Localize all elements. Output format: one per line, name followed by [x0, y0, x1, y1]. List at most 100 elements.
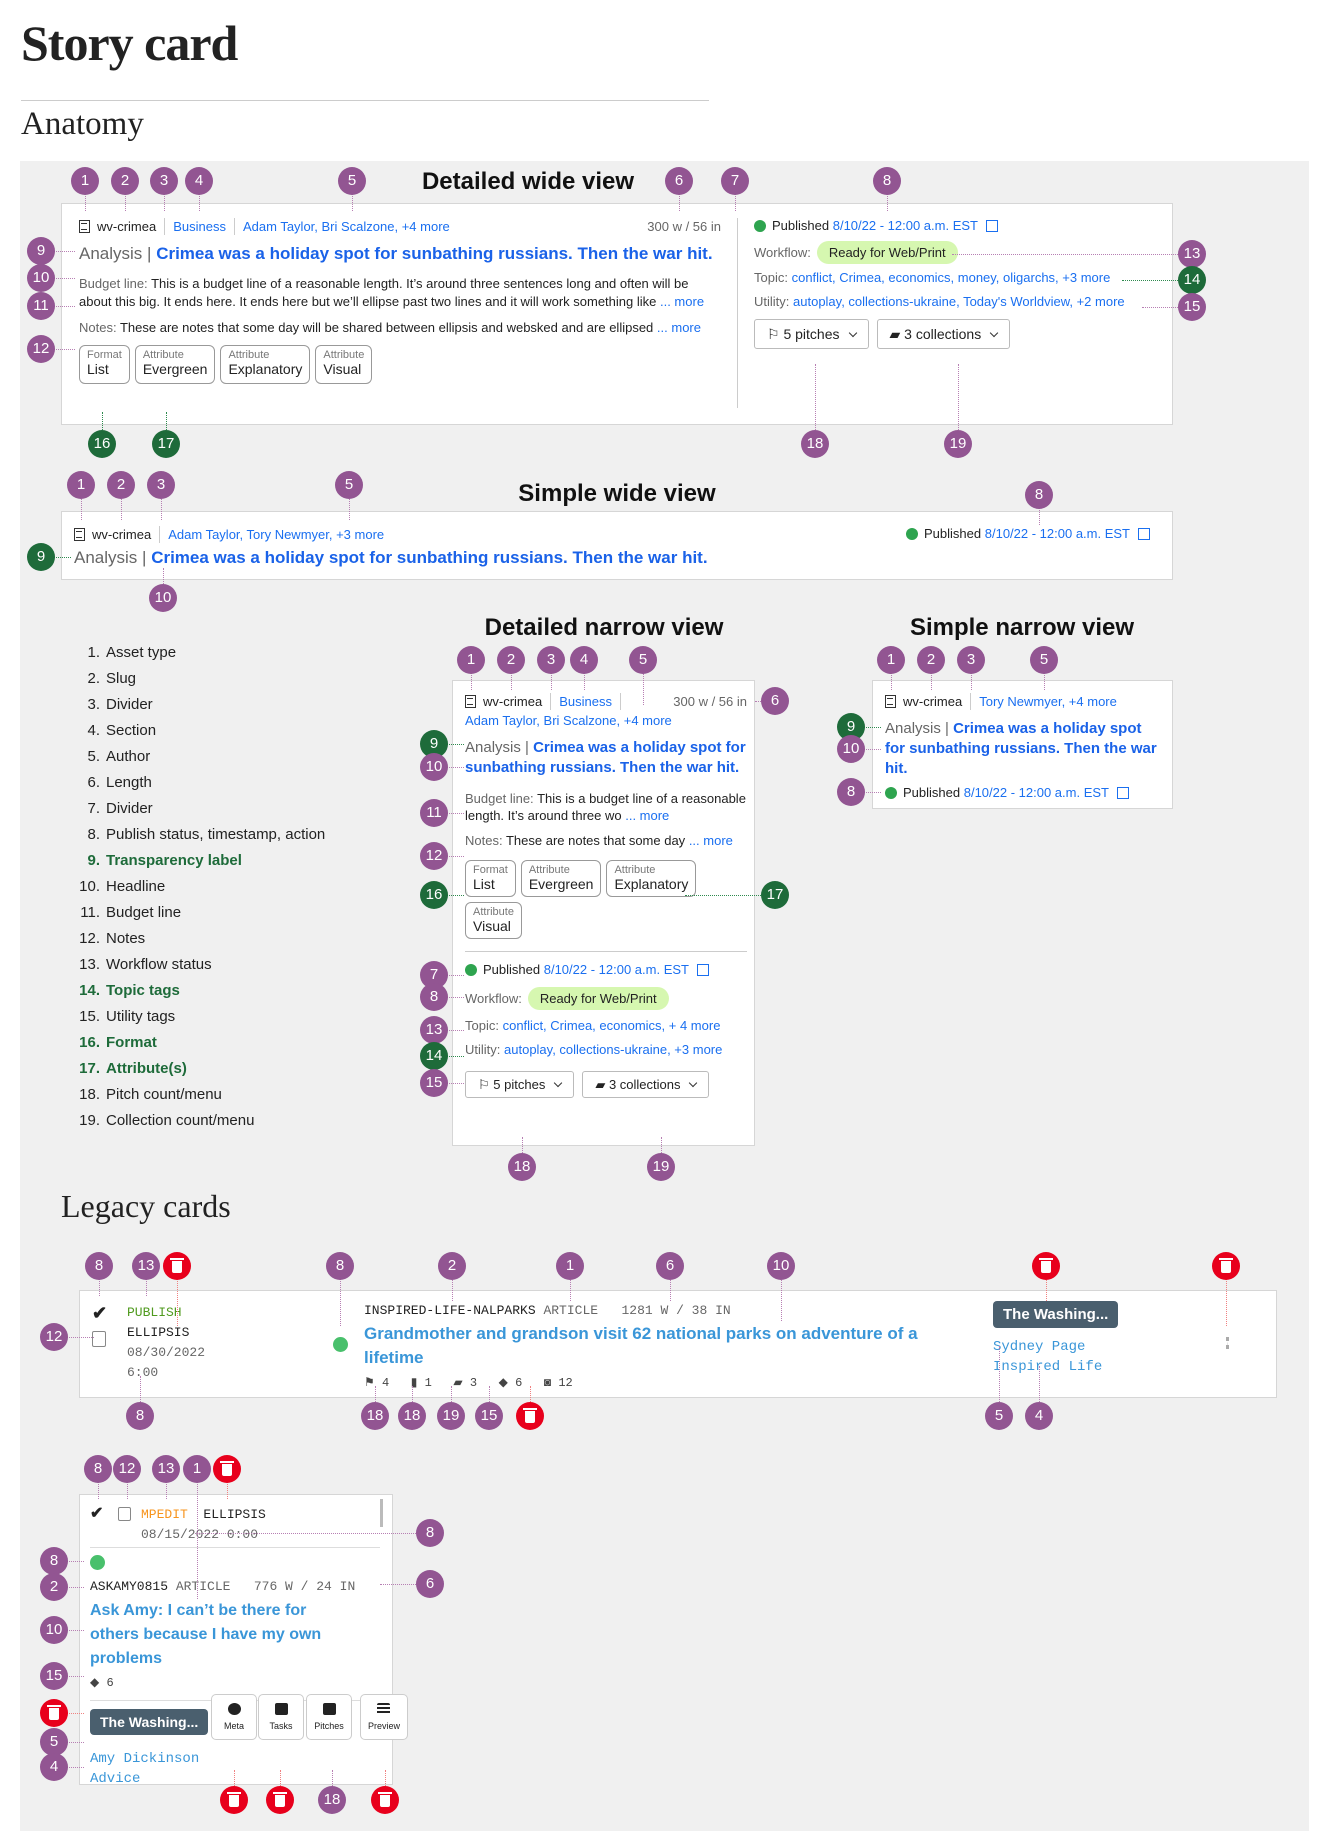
publish-timestamp[interactable]: 8/10/22 - 12:00 a.m. EST	[964, 785, 1109, 800]
topic-tags[interactable]: conflict, Crimea, economics, + 4 more	[503, 1018, 721, 1033]
pitches-dropdown[interactable]: ⚐ 5 pitches	[465, 1071, 575, 1098]
utility-tags[interactable]: autoplay, collections-ukraine, +3 more	[504, 1042, 722, 1057]
tasks-button[interactable]: Tasks	[258, 1694, 304, 1740]
annotation-badge: 19	[944, 430, 972, 458]
tag-count[interactable]: 6	[106, 1676, 113, 1690]
annotation-badge: 6	[761, 687, 789, 715]
attribute-chip[interactable]: Attribute Explanatory	[220, 345, 311, 384]
topic-tags[interactable]: conflict, Crimea, economics, money, olig…	[792, 270, 1111, 285]
note-icon[interactable]	[92, 1331, 106, 1347]
workflow-status[interactable]: Ready for Web/Print	[527, 987, 669, 1010]
globe-icon[interactable]	[333, 1337, 348, 1352]
tag-count[interactable]: 6	[515, 1376, 522, 1390]
notes: These are notes that some day	[505, 833, 686, 848]
checkmark-icon[interactable]: ✔	[92, 1303, 107, 1324]
external-link-icon[interactable]	[696, 963, 709, 976]
notes-more-link[interactable]: ... more	[657, 320, 701, 335]
publication-button[interactable]: The Washing...	[993, 1301, 1119, 1328]
legend-item: 5. Author	[87, 748, 151, 765]
annotation-badge: 13	[132, 1252, 160, 1280]
annotation-badge: 1	[67, 471, 95, 499]
slug: wv-crimea	[97, 219, 157, 234]
annotation-badge: 10	[837, 735, 865, 763]
section-link[interactable]: Business	[559, 694, 612, 709]
annotation-badge: 1	[556, 1252, 584, 1280]
pitch-count[interactable]: 4	[382, 1376, 389, 1390]
pitches-button[interactable]: Pitches	[306, 1694, 352, 1740]
pitches-dropdown[interactable]: ⚐ 5 pitches	[754, 319, 869, 349]
publish-status: Published	[483, 962, 541, 977]
publish-status: Published	[772, 218, 830, 233]
headline-link[interactable]: Grandmother and grandson visit 62 nation…	[364, 1322, 944, 1370]
chevron-down-icon	[989, 328, 999, 337]
annotation-badge: 14	[1178, 266, 1206, 294]
preview-button[interactable]: Preview	[360, 1694, 408, 1740]
external-link-icon[interactable]	[1138, 527, 1150, 540]
headline-link[interactable]: Crimea was a holiday spot for sunbathing…	[156, 244, 712, 263]
page-title: Story card	[21, 15, 238, 71]
format-chip[interactable]: Format List	[79, 345, 130, 384]
publish-status: Published	[903, 785, 961, 800]
workflow-status[interactable]: Ready for Web/Print	[816, 241, 958, 264]
headline-link[interactable]: Crimea was a holiday spot for sunbathing…	[151, 548, 707, 567]
annotation-badge: 8	[40, 1547, 68, 1575]
attribute-chip[interactable]: Attribute Explanatory	[606, 860, 697, 897]
length: 776 W / 24 IN	[253, 1579, 356, 1594]
author-link[interactable]: Amy Dickinson	[90, 1751, 199, 1767]
section-link[interactable]: Business	[173, 219, 226, 234]
annotation-badge: 10	[420, 753, 448, 781]
authors[interactable]: Tory Newmyer, +4 more	[979, 694, 1117, 709]
note-icon[interactable]	[118, 1507, 131, 1521]
asset-type: ARTICLE	[543, 1303, 599, 1318]
author-link[interactable]: Sydney Page	[993, 1339, 1085, 1355]
length: 300 w / 56 in	[673, 694, 747, 709]
folder-icon: ▰	[453, 1376, 463, 1390]
topic-label: Topic:	[754, 270, 788, 285]
collections-dropdown[interactable]: ▰ 3 collections	[582, 1071, 710, 1098]
annotation-badge: 13	[1178, 240, 1206, 268]
budget-more-link[interactable]: ... more	[660, 294, 704, 309]
kebab-menu-icon[interactable]	[1226, 1337, 1229, 1349]
checkmark-icon[interactable]: ✔	[90, 1503, 103, 1523]
collections-dropdown[interactable]: ▰ 3 collections	[876, 319, 1011, 349]
publish-timestamp[interactable]: 8/10/22 - 12:00 a.m. EST	[833, 218, 978, 233]
publish-timestamp[interactable]: 8/10/22 - 12:00 a.m. EST	[985, 526, 1130, 541]
utility-tags[interactable]: autoplay, collections-ukraine, Today's W…	[793, 294, 1125, 309]
section-link[interactable]: Inspired Life	[993, 1359, 1102, 1375]
publication-button[interactable]: The Washing...	[90, 1709, 209, 1735]
scrollbar[interactable]	[380, 1499, 383, 1527]
attribute-chip[interactable]: Attribute Evergreen	[134, 345, 216, 384]
format-chip[interactable]: Format List	[465, 860, 516, 897]
headline-link[interactable]: Ask Amy: I can’t be there for others bec…	[90, 1599, 350, 1671]
delete-icon	[266, 1786, 294, 1814]
delete-icon	[1212, 1252, 1240, 1280]
flag-icon	[323, 1703, 336, 1715]
attribute-chip[interactable]: Attribute Evergreen	[520, 860, 602, 897]
external-link-icon[interactable]	[1116, 786, 1129, 799]
collection-count[interactable]: 3	[470, 1376, 477, 1390]
external-link-icon[interactable]	[985, 219, 998, 232]
publish-timestamp[interactable]: 8/10/22 - 12:00 a.m. EST	[544, 962, 689, 977]
authors[interactable]: Adam Taylor, Bri Scalzone, +4 more	[243, 219, 450, 234]
attribute-chip[interactable]: Attribute Visual	[465, 902, 522, 939]
asset-type: ARTICLE	[175, 1579, 231, 1594]
authors[interactable]: Adam Taylor, Bri Scalzone, +4 more	[465, 713, 747, 728]
photo-count[interactable]: 12	[558, 1376, 572, 1390]
budget-count[interactable]: 1	[425, 1376, 432, 1390]
publish-timestamp: 08/15/2022 0:00	[141, 1527, 259, 1542]
legend-item: 1. Asset type	[87, 644, 177, 661]
annotation-badge: 8	[84, 1455, 112, 1483]
flag-icon: ⚑	[364, 1376, 375, 1390]
notes-more-link[interactable]: ... more	[689, 833, 733, 848]
section-link[interactable]: Advice	[90, 1771, 140, 1787]
meta-button[interactable]: Meta	[211, 1694, 257, 1740]
tag-icon: ◆	[90, 1676, 100, 1690]
annotation-badge: 11	[27, 292, 55, 320]
authors[interactable]: Adam Taylor, Tory Newmyer, +3 more	[168, 527, 384, 542]
time: 6:00	[127, 1365, 159, 1380]
legend-item: 14. Topic tags	[79, 982, 180, 999]
globe-icon[interactable]	[90, 1555, 105, 1570]
budget-more-link[interactable]: ... more	[625, 808, 669, 823]
attribute-chip[interactable]: Attribute Visual	[315, 345, 373, 384]
view-title: Simple wide view	[518, 480, 716, 507]
